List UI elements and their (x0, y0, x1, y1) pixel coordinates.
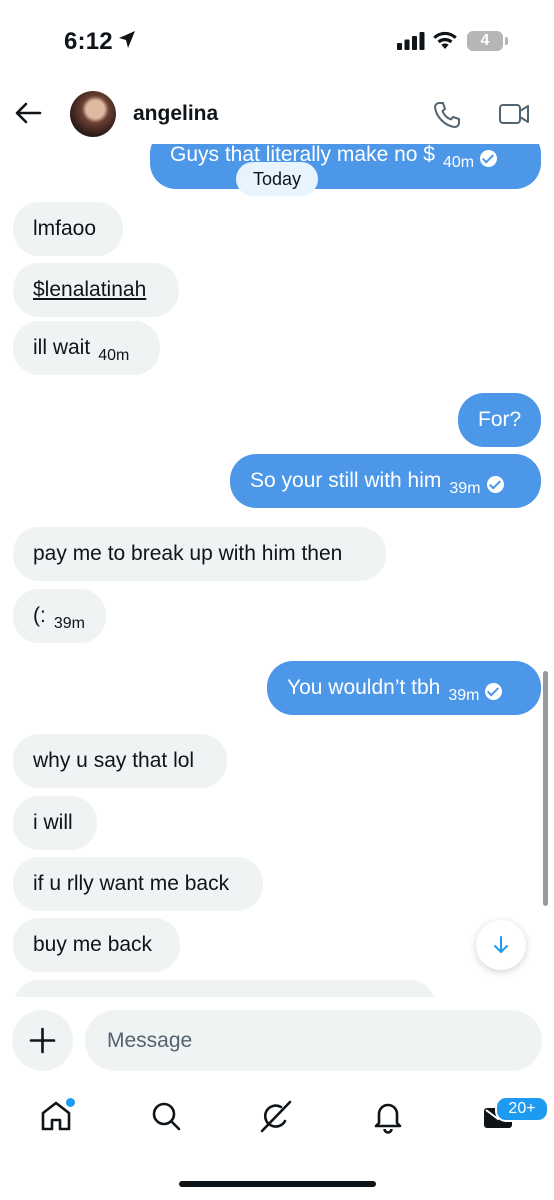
video-icon[interactable] (498, 101, 530, 127)
read-check-icon (485, 683, 503, 700)
message-bubble-incoming[interactable]: $lenalatinah (13, 263, 179, 317)
message-timestamp: 39m (448, 687, 480, 704)
phone-icon[interactable] (432, 100, 462, 130)
message-text: i will (33, 811, 73, 834)
message-text: ill wait (33, 336, 91, 359)
arrow-down-icon (494, 936, 508, 953)
message-text: You wouldn’t tbh (287, 676, 441, 699)
home-indicator[interactable] (179, 1181, 376, 1187)
message-text: if u rlly want me back (33, 872, 230, 895)
message-bubble-incoming[interactable]: why u say that lol (13, 734, 227, 788)
message-bubble-incoming[interactable]: if u rlly want me back (13, 857, 263, 911)
message-text: pay me to break up with him then (33, 542, 343, 565)
message-link[interactable]: $lenalatinah (33, 278, 146, 301)
message-text: So your still with him (250, 469, 442, 492)
bottom-tab-bar (0, 1088, 554, 1148)
add-attachment-button[interactable] (12, 1010, 73, 1071)
read-check-icon (486, 476, 504, 493)
message-bubble-outgoing[interactable]: So your still with him 39m (230, 454, 541, 508)
message-bubble-incoming[interactable]: ill wait 40m (13, 321, 160, 375)
message-text: buy me back (33, 933, 153, 956)
message-list[interactable]: Guys that literally make no $40m Today l… (0, 144, 554, 997)
tab-home[interactable] (38, 1096, 78, 1138)
message-text: For? (478, 408, 522, 431)
tab-grok[interactable] (258, 1098, 298, 1138)
conversation-header: angelina (0, 82, 554, 144)
battery-indicator: 4 (467, 31, 503, 51)
message-composer (0, 1008, 554, 1074)
search-icon (152, 1102, 181, 1131)
scroll-to-bottom-button[interactable] (476, 920, 526, 970)
message-text: (: (33, 604, 46, 627)
message-timestamp: 39m (449, 480, 481, 497)
battery-level: 4 (480, 32, 490, 49)
message-timestamp: 40m (442, 154, 475, 171)
status-time: 6:12 (64, 28, 113, 55)
status-bar: 6:12 4 (0, 0, 554, 80)
message-bubble-incoming[interactable]: buy me back (13, 918, 180, 972)
avatar[interactable] (70, 91, 116, 137)
message-text: why u say that lol (33, 749, 195, 772)
notification-dot (64, 1096, 77, 1109)
message-input[interactable] (85, 1010, 542, 1071)
message-timestamp: 40m (98, 347, 130, 364)
date-divider: Today (236, 162, 318, 196)
bell-icon (374, 1103, 402, 1134)
contact-name[interactable]: angelina (133, 102, 218, 126)
signal-icon (397, 32, 425, 50)
message-bubble-incoming[interactable]: lmfaoo (13, 202, 123, 256)
read-check-icon (480, 150, 498, 167)
message-bubble-incoming[interactable]: pay me to break up with him then (13, 527, 386, 581)
tab-search[interactable] (148, 1098, 188, 1138)
grok-icon (260, 1100, 292, 1133)
message-bubble-incoming-partial[interactable] (13, 980, 436, 997)
messages-count-badge: 20+ (495, 1096, 549, 1122)
message-bubble-incoming[interactable]: i will (13, 796, 97, 850)
back-arrow-icon[interactable] (14, 101, 42, 125)
tab-notifications[interactable] (370, 1098, 410, 1138)
message-text: lmfaoo (33, 217, 97, 240)
message-bubble-incoming[interactable]: (: 39m (13, 589, 106, 643)
message-bubble-outgoing[interactable]: You wouldn’t tbh 39m (267, 661, 541, 715)
battery-tip (505, 37, 508, 45)
wifi-icon (433, 31, 457, 49)
plus-icon (29, 1027, 56, 1054)
scrollbar[interactable] (543, 671, 548, 906)
location-arrow-icon (119, 31, 135, 48)
message-bubble-outgoing[interactable]: Guys that literally make no $40m (150, 144, 541, 189)
message-timestamp: 39m (53, 615, 85, 632)
message-bubble-outgoing[interactable]: For? (458, 393, 541, 447)
